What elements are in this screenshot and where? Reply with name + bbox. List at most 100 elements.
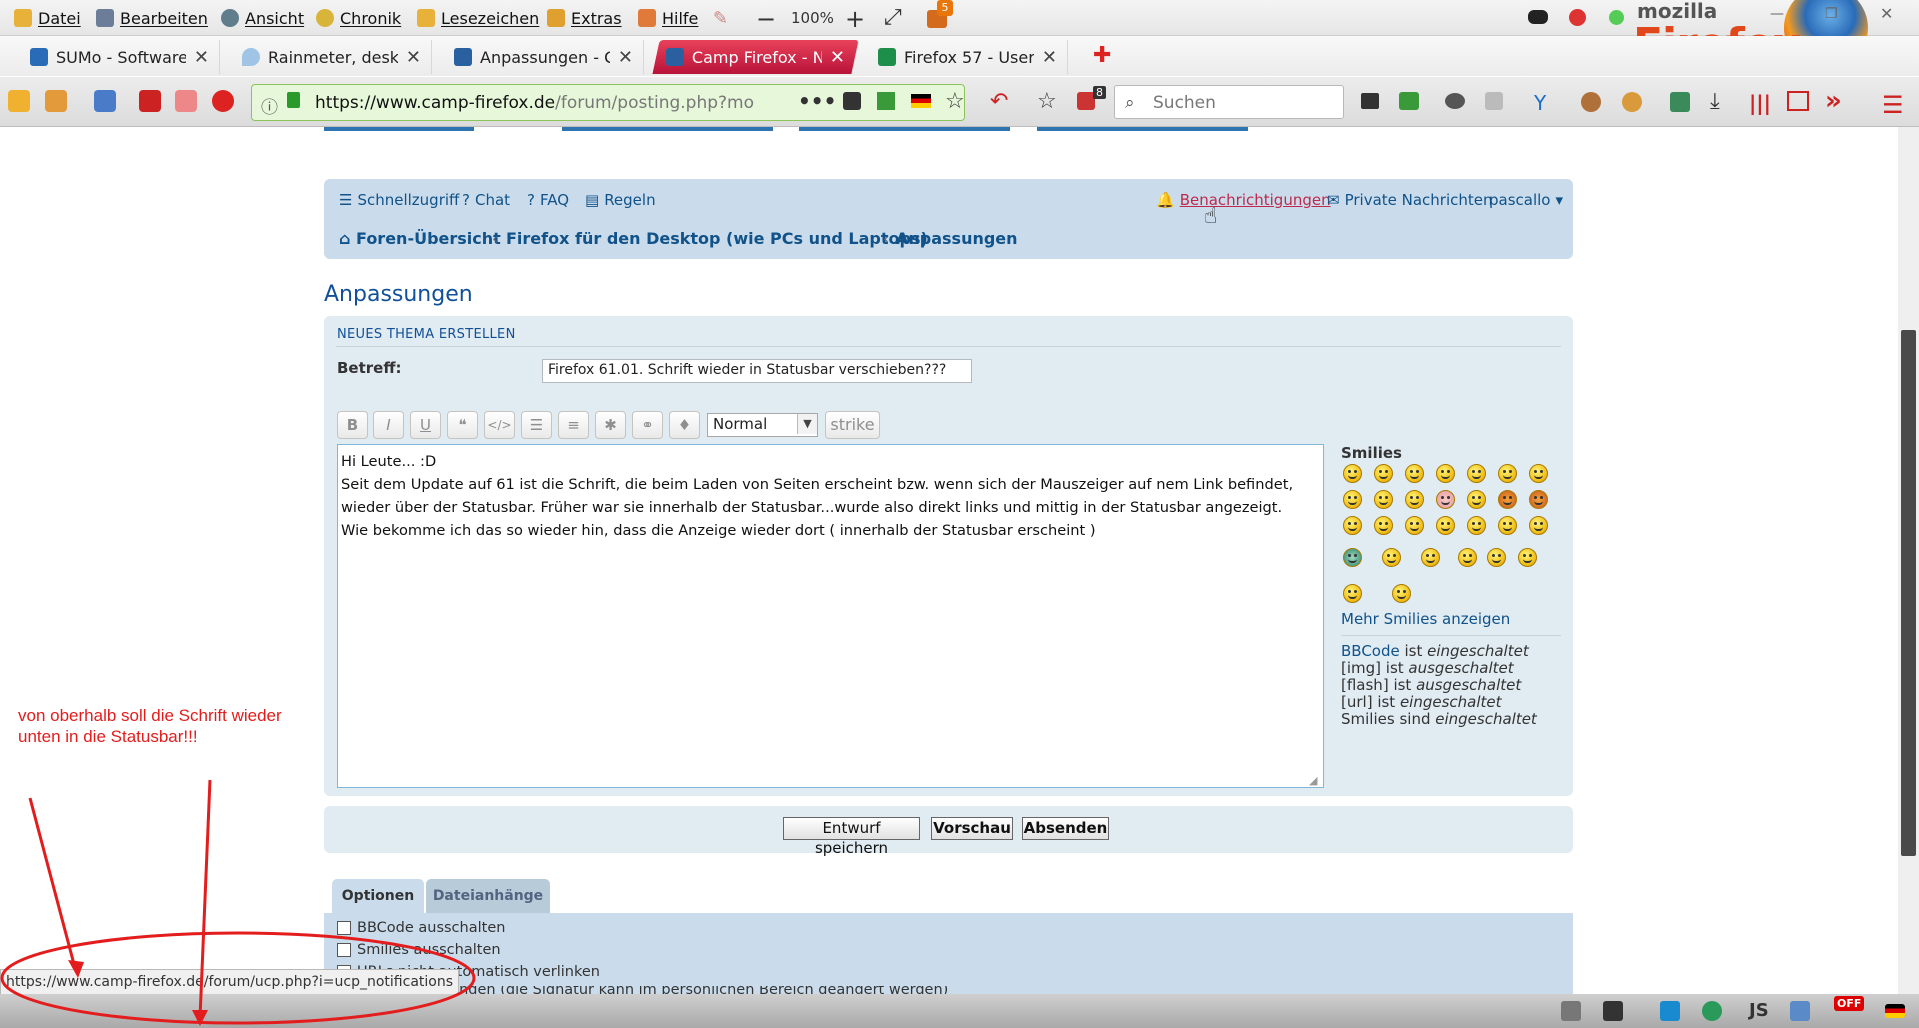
smiley-icon[interactable] [1343,516,1362,535]
bookmark-star-icon[interactable]: ☆ [945,89,965,114]
cookie-icon[interactable] [1581,92,1601,112]
notepad-icon[interactable]: ✎ [713,8,728,29]
smiley-icon[interactable] [1467,464,1486,483]
toolbar-addon-icon[interactable]: Y [1534,91,1546,115]
statusbar-addon-icon[interactable] [1790,1001,1810,1021]
tab-camp-firefox-active[interactable]: Camp Firefox - Neu ✕ [652,40,860,74]
home-page-icon[interactable] [8,90,30,112]
sidebar-icon[interactable] [1787,91,1809,111]
page-title[interactable]: Anpassungen [324,282,473,307]
smiley-icon[interactable] [1405,464,1424,483]
smiley-icon[interactable] [1498,464,1517,483]
apps-grid-icon[interactable] [94,90,116,112]
smiley-icon[interactable] [1382,548,1401,567]
strike-button[interactable]: strike [825,411,880,439]
download-icon[interactable]: ⤓ [1710,89,1720,114]
home-green-icon[interactable] [877,92,895,110]
tab-close-icon[interactable]: ✕ [618,47,633,68]
private-messages-link[interactable]: ✉ Private Nachrichten [1327,191,1493,209]
pocket-icon[interactable] [843,92,861,110]
menu-lesezeichen[interactable]: Lesezeichen [417,7,539,29]
tab-rainmeter[interactable]: Rainmeter, desktop ✕ [232,40,432,74]
scrollbar-thumb[interactable] [1901,330,1916,856]
smiley-icon[interactable] [1405,490,1424,509]
toolbar-addon-icon[interactable] [1445,93,1465,109]
italic-button[interactable]: I [373,411,404,439]
close-window-button[interactable]: ✕ [1880,4,1893,23]
breadcrumb-desktop[interactable]: Firefox für den Desktop (wie PCs und Lap… [506,229,928,248]
home-icon[interactable] [45,90,67,112]
santa-smiley-icon[interactable] [1392,584,1411,603]
chat-link[interactable]: ? Chat [462,191,510,209]
menu-chronik[interactable]: Chronik [316,7,401,29]
underline-button[interactable]: U [410,411,441,439]
smiley-icon[interactable] [1436,516,1455,535]
statusbar-addon-icon[interactable] [1702,1001,1722,1021]
tab-sumo[interactable]: SUMo - Software Up ✕ [20,40,220,74]
color-button[interactable]: ♦ [669,411,700,439]
statusbar-addon-icon[interactable] [1561,1001,1581,1021]
overflow-chevron-icon[interactable]: » [1825,86,1842,116]
tab-close-icon[interactable]: ✕ [194,47,209,68]
library-icon[interactable]: ||| [1749,91,1771,115]
link-button[interactable]: ⚭ [632,411,663,439]
tab-anpassungen[interactable]: Anpassungen - Cam ✕ [444,40,644,74]
faq-link[interactable]: ? FAQ [527,191,569,209]
toolbar-addon-icon[interactable] [1361,93,1379,109]
back-icon[interactable] [139,90,161,112]
toolbar-addon-icon[interactable] [1670,92,1690,112]
preview-button[interactable]: Vorschau [931,817,1013,840]
hamburger-menu-icon[interactable]: ☰ [1882,91,1904,119]
javascript-toggle[interactable]: JS [1749,1000,1769,1021]
list-button[interactable]: ☰ [521,411,552,439]
menu-bearbeiten[interactable]: Bearbeiten [96,7,208,29]
menu-datei[interactable]: Datei [14,7,81,29]
submit-button[interactable]: Absenden [1022,817,1109,840]
smiley-icon[interactable] [1436,490,1455,509]
smiley-icon[interactable] [1343,464,1362,483]
smiley-icon[interactable] [1498,490,1517,509]
ordered-list-button[interactable]: ≡ [558,411,589,439]
menu-ansicht[interactable]: Ansicht [221,7,304,29]
mask-icon[interactable] [1528,10,1548,24]
menu-extras[interactable]: Extras [547,7,622,29]
resize-grip-icon[interactable]: ◢ [1309,774,1317,787]
smiley-icon[interactable] [1467,516,1486,535]
bold-button[interactable]: B [337,411,368,439]
message-textarea[interactable]: Hi Leute... :D Seit dem Update auf 61 is… [337,444,1324,788]
smiley-icon[interactable] [1487,548,1506,567]
breadcrumb-anpassungen[interactable]: Anpassungen [896,229,1018,248]
smiley-icon[interactable] [1467,490,1486,509]
german-flag-icon[interactable] [911,94,931,108]
minimize-button[interactable]: — [1770,6,1784,22]
tab-close-icon[interactable]: ✕ [830,47,845,68]
smiley-icon[interactable] [1436,464,1455,483]
off-badge[interactable]: OFF [1834,996,1865,1011]
cookie-icon[interactable] [1622,92,1642,112]
smiley-icon[interactable] [1374,516,1393,535]
smiley-icon[interactable] [1343,548,1362,567]
skype-icon[interactable] [1660,1001,1680,1021]
breadcrumb-home[interactable]: ⌂ Foren-Übersicht [339,229,501,248]
quote-button[interactable]: ❝ [447,411,478,439]
smiley-icon[interactable] [1529,490,1548,509]
more-smilies-link[interactable]: Mehr Smilies anzeigen [1341,610,1510,628]
zoom-out-button[interactable]: − [756,5,776,33]
smiley-icon[interactable] [1529,516,1548,535]
zoom-in-button[interactable]: + [845,5,865,33]
statusbar-addon-icon[interactable] [1603,1001,1623,1021]
info-icon[interactable]: ⓘ [261,93,278,118]
tab-close-icon[interactable]: ✕ [406,47,421,68]
smiley-icon[interactable] [1374,464,1393,483]
german-flag-icon[interactable] [1885,1004,1905,1018]
search-placeholder[interactable]: Suchen [1153,93,1216,113]
smiley-icon[interactable] [1343,490,1362,509]
smiley-icon[interactable] [1518,548,1537,567]
chevron-down-icon[interactable]: ▼ [797,414,817,434]
smiley-icon[interactable] [1405,516,1424,535]
bbcode-link[interactable]: BBCode [1341,642,1400,660]
code-button[interactable]: </> [484,411,515,439]
new-tab-button[interactable]: ✚ [1093,43,1111,68]
santa-smiley-icon[interactable] [1343,584,1362,603]
search-bar[interactable] [1114,85,1344,119]
